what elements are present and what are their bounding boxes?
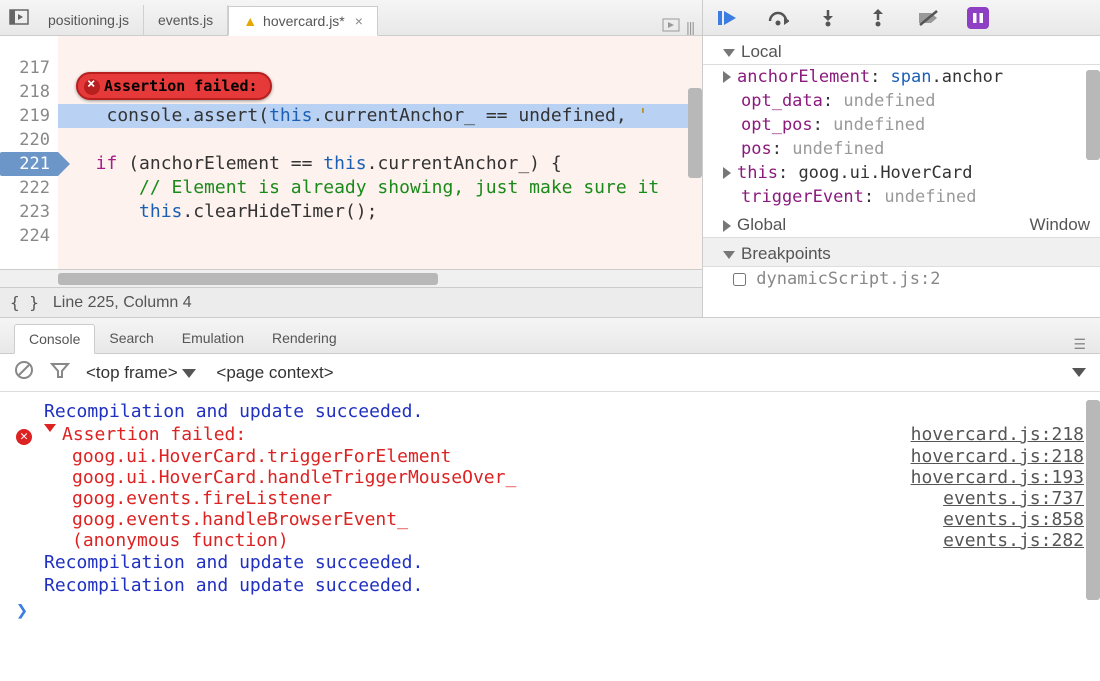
show-navigator-icon[interactable] (4, 0, 34, 35)
run-snippet-icon[interactable] (662, 18, 680, 35)
stack-frame: goog.ui.HoverCard.triggerForElement (16, 446, 451, 467)
step-over-icon[interactable] (767, 7, 789, 29)
close-icon[interactable]: × (355, 13, 363, 29)
expand-icon[interactable] (723, 71, 731, 83)
stack-frame: goog.events.handleBrowserEvent_ (16, 509, 408, 530)
console-toolbar: <top frame> <page context> (0, 354, 1100, 392)
console-prompt-icon: ❯ (16, 598, 44, 622)
tab-search[interactable]: Search (95, 323, 167, 353)
tab-hovercard[interactable]: ▲ hovercard.js* × (228, 6, 378, 36)
breakpoint-marker[interactable]: 221 (0, 152, 58, 176)
warning-icon: ▲ (243, 13, 257, 29)
source-link[interactable]: events.js:282 (943, 530, 1084, 551)
deactivate-breakpoints-icon[interactable] (917, 7, 939, 29)
drawer-tab-bar: Console Search Emulation Rendering ☰ (0, 318, 1100, 354)
filter-icon[interactable] (50, 361, 70, 384)
source-link[interactable]: hovercard.js:193 (911, 467, 1084, 488)
source-link[interactable]: events.js:737 (943, 488, 1084, 509)
stack-frame: goog.events.fireListener (16, 488, 332, 509)
expand-icon (723, 251, 735, 259)
source-link[interactable]: events.js:858 (943, 509, 1084, 530)
step-into-icon[interactable] (817, 7, 839, 29)
clear-console-icon[interactable] (14, 360, 34, 385)
tab-events[interactable]: events.js (144, 5, 228, 35)
pretty-print-icon[interactable]: { } (10, 293, 39, 312)
debugger-toolbar (703, 0, 1100, 36)
more-editor-icon[interactable]: ||| (686, 19, 694, 35)
console-message: Recompilation and update succeeded. (44, 401, 423, 422)
drawer-menu-icon[interactable]: ☰ (1073, 336, 1100, 353)
editor-hscroll-thumb[interactable] (58, 273, 438, 285)
step-out-icon[interactable] (867, 7, 889, 29)
editor-status-bar: { } Line 225, Column 4 (0, 287, 702, 317)
chevron-down-icon (182, 369, 196, 378)
breakpoints-section[interactable]: Breakpoints (703, 238, 1100, 267)
chevron-down-icon[interactable] (1072, 368, 1086, 377)
expand-icon (723, 49, 735, 57)
console-message: Recompilation and update succeeded. (44, 575, 423, 596)
stack-frame: (anonymous function) (16, 530, 289, 551)
console-output[interactable]: Recompilation and update succeeded. ✕ Ass… (0, 392, 1100, 681)
assertion-error-bubble[interactable]: Assertion failed: (76, 72, 272, 100)
expand-icon (723, 220, 731, 232)
cursor-position: Line 225, Column 4 (53, 294, 192, 312)
console-message: Recompilation and update succeeded. (44, 552, 423, 573)
console-vscroll-thumb[interactable] (1086, 400, 1100, 600)
tab-console[interactable]: Console (14, 324, 95, 354)
pause-exceptions-icon[interactable] (967, 7, 989, 29)
expand-icon[interactable] (44, 424, 56, 432)
editor-hscroll[interactable] (0, 269, 702, 287)
console-error: Assertion failed: (62, 424, 246, 445)
stack-frame: goog.ui.HoverCard.handleTriggerMouseOver… (16, 467, 516, 488)
tab-emulation[interactable]: Emulation (168, 323, 258, 353)
code-editor[interactable]: 217 218 219 220 221 222 223 224 Assertio… (0, 36, 702, 269)
frame-selector[interactable]: <top frame> (86, 363, 196, 383)
tab-rendering[interactable]: Rendering (258, 323, 351, 353)
file-tab-bar: positioning.js events.js ▲ hovercard.js*… (0, 0, 702, 36)
scope-global[interactable]: Global Window (703, 209, 1100, 238)
line-gutter: 217 218 219 220 221 222 223 224 (0, 36, 58, 269)
error-icon: ✕ (16, 429, 32, 445)
breakpoint-item[interactable]: dynamicScript.js:2 (703, 267, 1100, 291)
global-type: Window (1030, 215, 1090, 235)
current-line: console.assert(this.currentAnchor_ == un… (58, 104, 702, 128)
expand-icon[interactable] (723, 167, 731, 179)
tab-positioning[interactable]: positioning.js (34, 5, 144, 35)
scope-local[interactable]: Local (703, 36, 1100, 65)
source-link[interactable]: hovercard.js:218 (911, 446, 1084, 467)
resume-icon[interactable] (717, 7, 739, 29)
breakpoint-checkbox[interactable] (733, 273, 746, 286)
source-link[interactable]: hovercard.js:218 (911, 424, 1084, 445)
scope-vscroll-thumb[interactable] (1086, 70, 1100, 160)
editor-vscroll-thumb[interactable] (688, 88, 702, 178)
context-selector[interactable]: <page context> (216, 363, 333, 383)
